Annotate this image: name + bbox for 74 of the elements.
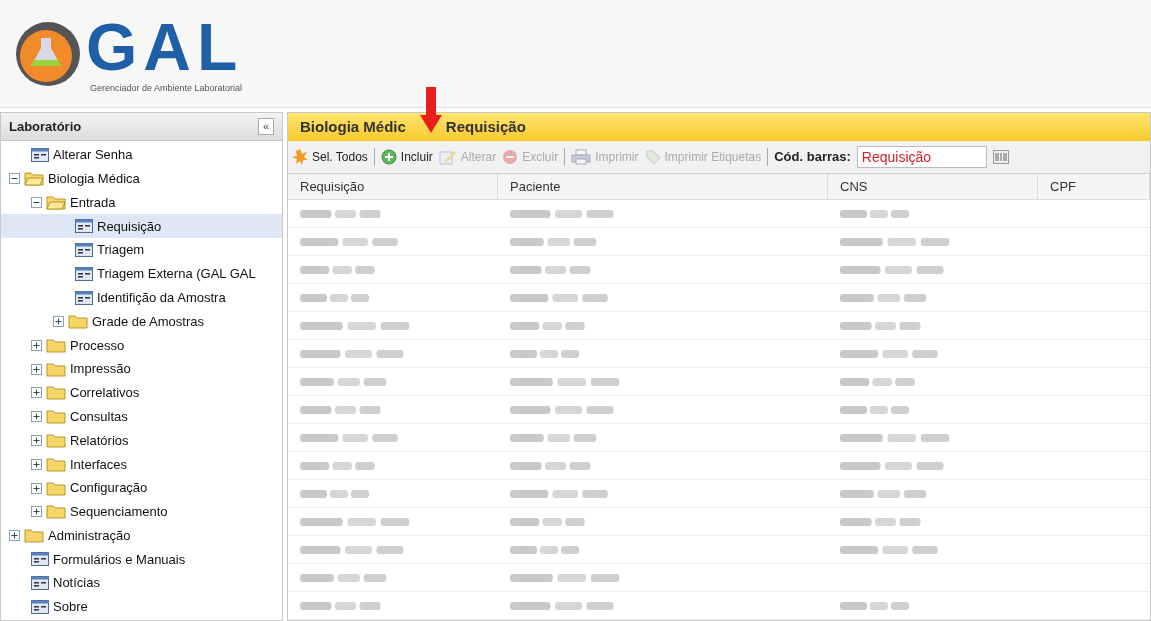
expand-icon[interactable]: [31, 434, 42, 446]
printer-icon: [571, 148, 592, 165]
tree-item[interactable]: Triagem Externa (GAL GAL: [1, 262, 282, 286]
column-header[interactable]: Paciente: [498, 173, 828, 199]
folder-icon: [46, 432, 66, 448]
form-icon: [75, 243, 93, 258]
tree-item[interactable]: Configuração: [70, 478, 148, 498]
form-icon: [75, 290, 93, 305]
column-header[interactable]: CNS: [828, 173, 1038, 199]
form-icon: [75, 219, 93, 234]
folder-icon: [46, 385, 66, 401]
collapse-icon[interactable]: [31, 197, 42, 208]
panel-title: Biologia Médic: [300, 116, 406, 137]
tree-item[interactable]: Sobre: [1, 595, 282, 619]
form-icon: [31, 552, 49, 567]
delete-icon: [502, 148, 519, 165]
tree-item[interactable]: Consultas: [70, 406, 128, 427]
down-arrow-icon: [420, 87, 442, 133]
tag-icon: [644, 148, 661, 165]
barcode-label: Cód. barras:: [774, 148, 851, 167]
sidebar-title: Laboratório: [9, 117, 82, 136]
logo-subtitle: Gerenciador de Ambiente Laboratorial: [90, 82, 244, 95]
expand-icon[interactable]: [9, 530, 20, 542]
toolbar-button[interactable]: Incluir: [380, 147, 433, 166]
form-icon: [31, 600, 49, 615]
folder-icon: [46, 456, 66, 472]
tree-item[interactable]: Interfaces: [70, 454, 128, 474]
folder-icon: [46, 409, 66, 425]
column-header[interactable]: Requisição: [288, 173, 498, 199]
collapse-button[interactable]: «: [257, 118, 274, 135]
expand-icon[interactable]: [53, 315, 64, 327]
expand-icon[interactable]: [31, 339, 42, 351]
open-folder-icon: [24, 171, 44, 187]
tree-item[interactable]: Triagem: [1, 238, 282, 262]
folder-icon: [46, 480, 66, 496]
tree-item[interactable]: Entrada: [70, 192, 116, 213]
expand-icon[interactable]: [31, 482, 42, 494]
expand-icon[interactable]: [31, 411, 42, 423]
flask-logo-icon: [14, 20, 82, 88]
tree-item[interactable]: Requisição: [1, 214, 282, 239]
tree-item[interactable]: Administração: [48, 525, 131, 546]
toolbar-button[interactable]: Sel. Todos: [292, 147, 368, 166]
tree-item[interactable]: Biologia Médica: [48, 168, 140, 189]
expand-icon[interactable]: [31, 506, 42, 518]
folder-icon: [46, 504, 66, 520]
expand-icon[interactable]: [31, 387, 42, 399]
folder-icon: [68, 313, 88, 329]
folder-icon: [46, 337, 66, 353]
open-folder-icon: [46, 195, 66, 210]
tree-item[interactable]: Formulários e Manuais: [1, 547, 282, 572]
expand-icon[interactable]: [31, 458, 42, 470]
collapse-icon[interactable]: [9, 173, 20, 185]
tree-item[interactable]: Notícias: [1, 571, 282, 596]
column-header[interactable]: CPF: [1038, 173, 1150, 199]
tree-item[interactable]: Sequenciamento: [70, 502, 168, 522]
tree-item[interactable]: Processo: [70, 335, 125, 355]
tree-item[interactable]: Alterar Senha: [1, 143, 282, 167]
logo-text: GAL: [86, 12, 244, 82]
tree-item[interactable]: Relatórios: [70, 430, 129, 451]
form-icon: [31, 576, 49, 591]
tree-item[interactable]: Correlativos: [70, 383, 140, 403]
folder-icon: [46, 361, 66, 377]
add-icon: [380, 148, 397, 165]
form-icon: [75, 266, 93, 281]
folder-icon: [24, 528, 44, 544]
form-icon: [31, 147, 49, 162]
tree-item[interactable]: Identifição da Amostra: [1, 285, 282, 310]
tree-item[interactable]: Impressão: [70, 359, 131, 379]
expand-icon[interactable]: [31, 363, 42, 375]
panel-title: Requisição: [445, 116, 526, 137]
sparkle-icon: [292, 148, 308, 165]
barcode-field[interactable]: Requisição: [856, 145, 987, 168]
tree-item[interactable]: Grade de Amostras: [92, 311, 204, 332]
edit-icon: [438, 148, 457, 165]
